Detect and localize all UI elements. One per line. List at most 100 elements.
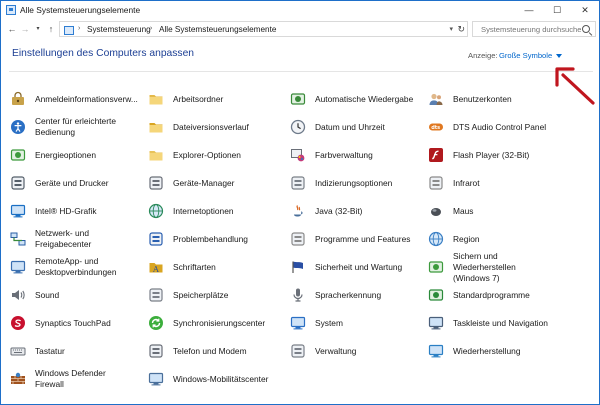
page-title: Einstellungen des Computers anpassen [12,48,195,59]
control-panel-item[interactable]: Dateiversionsverlauf [147,115,249,139]
control-panel-item[interactable]: Taskleiste und Navigation [427,311,548,335]
control-panel-item-label: Speicherplätze [173,289,229,300]
control-panel-item[interactable]: Farbverwaltung [289,143,373,167]
search-box[interactable] [472,21,596,37]
control-panel-item[interactable]: dts DTS Audio Control Panel [427,115,546,139]
control-panel-item[interactable]: Infrarot [427,171,480,195]
java-icon [289,202,307,220]
control-panel-item-label: Maus [453,205,474,216]
control-panel-item-label: Arbeitsordner [173,93,224,104]
fonts-icon: A [147,258,165,276]
control-panel-item-label: RemoteApp- und Desktopverbindungen [35,256,117,277]
control-panel-item[interactable]: Indizierungsoptionen [289,171,392,195]
up-arrow-icon[interactable]: ↑ [45,22,57,36]
control-panel-item[interactable]: Region [427,227,480,251]
control-panel-item[interactable]: Synaptics TouchPad [9,311,111,335]
breadcrumb-all-items[interactable]: Alle Systemsteuerungselemente [159,25,276,34]
control-panel-item[interactable]: Sound [9,283,59,307]
control-panel-item[interactable]: A Schriftarten [147,255,216,279]
close-button[interactable]: ✕ [571,1,599,19]
security-maintenance-icon [289,258,307,276]
control-panel-item-label: DTS Audio Control Panel [453,121,547,132]
control-panel-item[interactable]: Energieoptionen [9,143,96,167]
administrative-tools-icon [289,342,307,360]
control-panel-item[interactable]: Tastatur [9,339,65,363]
control-panel-item[interactable]: Arbeitsordner [147,87,223,111]
control-panel-item-label: Explorer-Optionen [173,149,241,160]
control-panel-item-label: Sichern und Wiederherstellen (Windows 7) [453,250,516,283]
address-bar[interactable]: › Systemsteuerung › Alle Systemsteuerung… [59,21,468,37]
control-panel-item[interactable]: Benutzerkonten [427,87,512,111]
control-panel-item-label: Synchronisierungscenter [173,317,266,328]
back-arrow-icon[interactable]: ← [6,22,18,36]
credential-manager-icon [9,90,27,108]
refresh-icon[interactable]: ↻ [457,24,465,35]
control-panel-item[interactable]: Spracherkennung [289,283,381,307]
address-dropdown-icon[interactable]: ▾ [449,25,453,33]
region-icon [427,230,445,248]
control-panel-item[interactable]: Sicherheit und Wartung [289,255,402,279]
control-panel-item-label: Synaptics TouchPad [35,317,111,328]
control-panel-item[interactable]: Programme und Features [289,227,410,251]
control-panel-item[interactable]: Explorer-Optionen [147,143,241,167]
recent-chevron-icon[interactable]: ▾ [32,22,44,36]
work-folders-icon [147,90,165,108]
control-panel-item-label: Problembehandlung [173,233,248,244]
control-panel-item-label: Indizierungsoptionen [315,177,393,188]
control-panel-item[interactable]: Speicherplätze [147,283,228,307]
annotation-arrow-icon [555,67,595,105]
control-panel-item[interactable]: Intel® HD-Grafik [9,199,97,223]
breadcrumb-systemsteuerung[interactable]: Systemsteuerung [87,25,151,34]
control-panel-item[interactable]: Telefon und Modem [147,339,247,363]
programs-features-icon [289,230,307,248]
control-panel-item[interactable]: Synchronisierungscenter [147,311,265,335]
control-panel-item-label: Netzwerk- und Freigabecenter [35,228,92,249]
control-panel-item[interactable]: RemoteApp- und Desktopverbindungen [9,255,116,279]
control-panel-item[interactable]: Verwaltung [289,339,356,363]
explorer-options-icon [147,146,165,164]
control-panel-item-label: Verwaltung [315,345,357,356]
control-panel-item[interactable]: Sichern und Wiederherstellen (Windows 7) [427,251,516,283]
control-panel-item[interactable]: Wiederherstellung [427,339,521,363]
control-panel-item-label: Energieoptionen [35,149,97,160]
control-panel-item[interactable]: Geräte-Manager [147,171,234,195]
view-mode-dropdown[interactable]: Große Symbole [499,51,563,60]
control-panel-item-label: Datum und Uhrzeit [315,121,385,132]
control-panel-item[interactable]: Windows-Mobilitätscenter [147,367,268,391]
phone-modem-icon [147,342,165,360]
svg-text:dts: dts [431,125,440,131]
control-panel-item-label: Farbverwaltung [315,149,373,160]
control-panel-item-label: Intel® HD-Grafik [35,205,97,216]
clock-icon [289,118,307,136]
control-panel-item[interactable]: Center für erleichterte Bedienung [9,115,116,139]
minimize-button[interactable]: — [515,1,543,19]
control-panel-item[interactable]: Automatische Wiedergabe [289,87,413,111]
control-panel-item[interactable]: Datum und Uhrzeit [289,115,385,139]
recovery-icon [427,342,445,360]
control-panel-item-label: Geräte-Manager [173,177,235,188]
control-panel-item[interactable]: Standardprogramme [427,283,530,307]
control-panel-item[interactable]: Java (32-Bit) [289,199,362,223]
view-label: Anzeige: [468,51,498,60]
breadcrumb-separator-icon[interactable]: › [150,25,152,32]
control-panel-item[interactable]: Internetoptionen [147,199,234,223]
control-panel-item[interactable]: Flash Player (32-Bit) [427,143,529,167]
control-panel-item[interactable]: Problembehandlung [147,227,248,251]
control-panel-item[interactable]: Geräte und Drucker [9,171,109,195]
synaptics-touchpad-icon [9,314,27,332]
search-input[interactable] [481,24,581,35]
search-icon[interactable] [582,25,590,33]
sound-icon [9,286,27,304]
title-bar[interactable]: Alle Systemsteuerungselemente — ☐ ✕ [1,1,599,19]
control-panel-item[interactable]: Maus [427,199,473,223]
control-panel-item-label: Sound [35,289,60,300]
control-panel-item[interactable]: Anmeldeinformationsverw... [9,87,138,111]
forward-arrow-icon[interactable]: → [19,22,31,36]
breadcrumb-separator-icon[interactable]: › [78,25,80,32]
control-panel-item-label: Windows-Mobilitätscenter [173,373,269,384]
control-panel-item[interactable]: System [289,311,343,335]
devices-printers-icon [9,174,27,192]
maximize-button[interactable]: ☐ [543,1,571,19]
control-panel-item[interactable]: Netzwerk- und Freigabecenter [9,227,91,251]
control-panel-item[interactable]: Windows Defender Firewall [9,367,106,391]
